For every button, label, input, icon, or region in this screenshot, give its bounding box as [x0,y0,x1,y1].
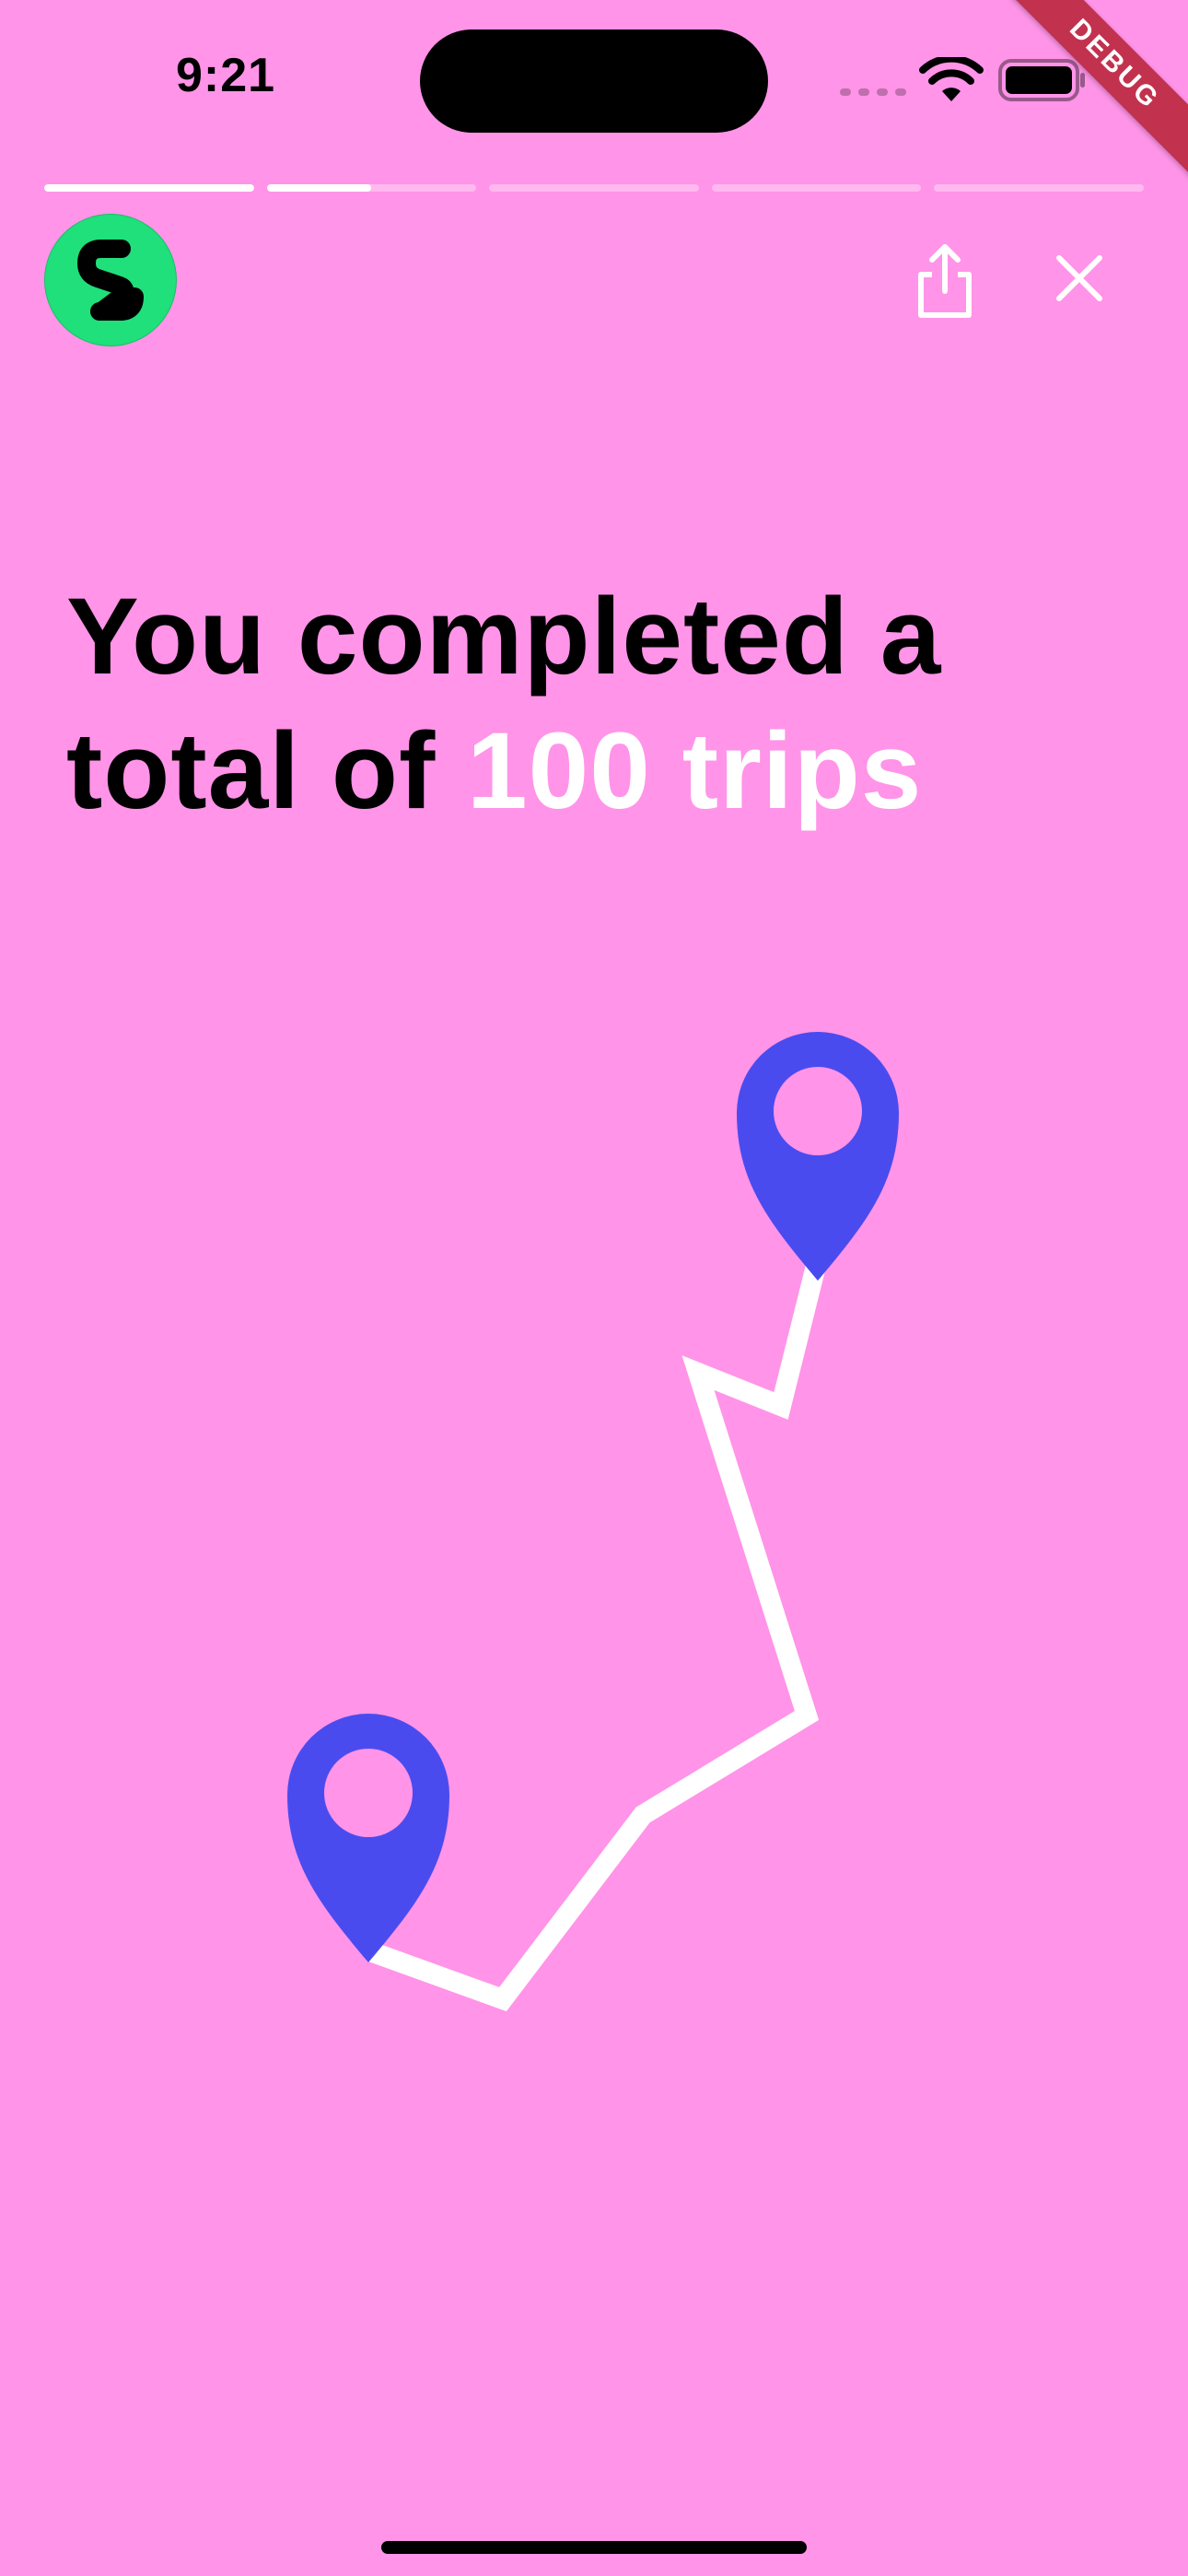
end-pin-icon [737,1032,899,1281]
start-pin-icon [287,1714,449,1962]
home-indicator[interactable] [381,2541,807,2554]
route-illustration [287,1032,899,2012]
route-line [367,1256,828,2012]
story-screen: 9:21 DEBUG You completed a total of 100 … [0,0,1188,2576]
